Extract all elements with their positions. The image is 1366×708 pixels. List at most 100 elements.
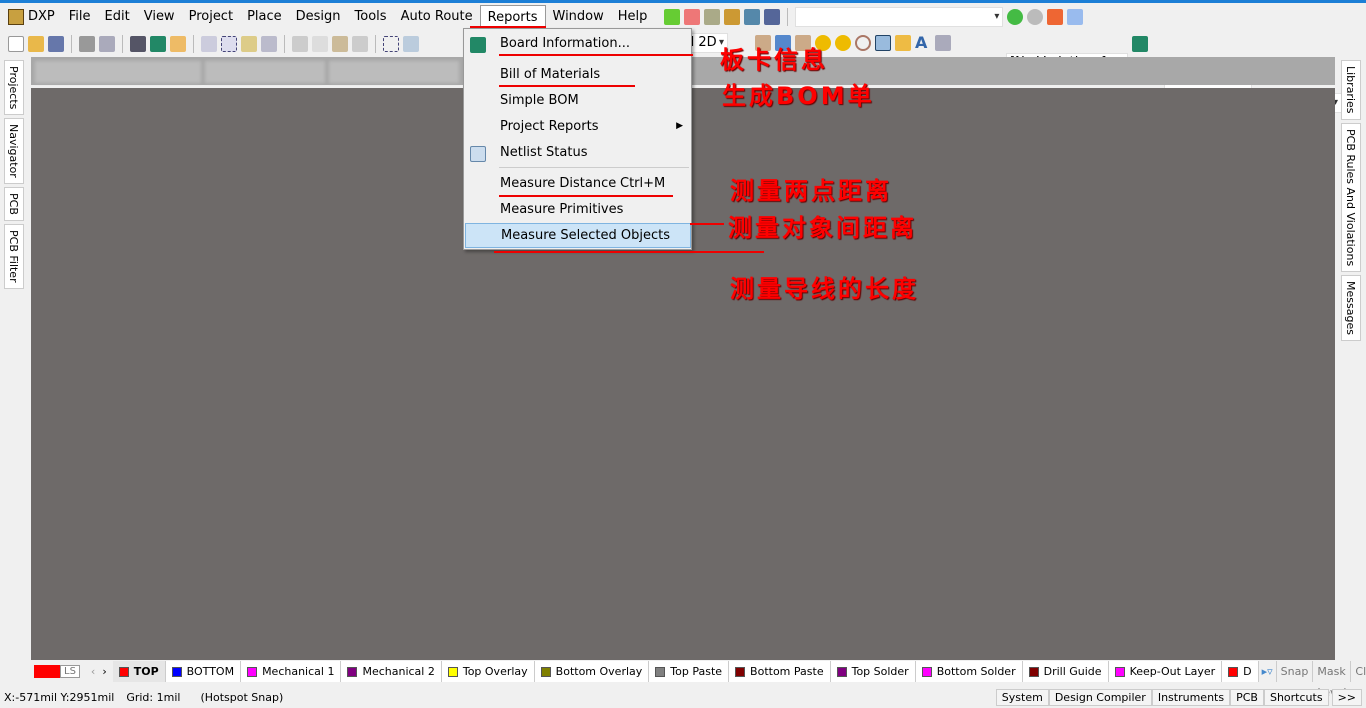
3d-icon[interactable] <box>130 36 146 52</box>
panel-tab-pcb-filter[interactable]: PCB Filter <box>4 224 24 289</box>
panel-tab-pcb[interactable]: PCB <box>4 187 24 222</box>
select-area-icon[interactable] <box>383 36 399 52</box>
filter-icon[interactable] <box>261 36 277 52</box>
menu-item-bill-of-materials[interactable]: Bill of Materials <box>465 62 691 87</box>
layer-tab[interactable]: TOP <box>112 661 166 682</box>
menu-file[interactable]: File <box>62 5 98 29</box>
menu-help[interactable]: Help <box>611 5 655 29</box>
menu-item-measure-distance[interactable]: Measure Distance Ctrl+M <box>465 171 691 196</box>
print-preview-icon[interactable] <box>99 36 115 52</box>
polygon-icon[interactable] <box>895 35 911 51</box>
layer-color-swatch <box>540 666 551 677</box>
status-bar: X:-571mil Y:2951mil Grid: 1mil (Hotspot … <box>0 686 1366 708</box>
menu-design[interactable]: Design <box>289 5 348 29</box>
copy-icon[interactable] <box>312 36 328 52</box>
mask-level-button[interactable]: Mask Level <box>1312 661 1350 699</box>
menu-project[interactable]: Project <box>182 5 240 29</box>
string-icon[interactable]: A <box>915 35 931 51</box>
menu-window[interactable]: Window <box>546 5 611 29</box>
layer-filter-icon[interactable]: ▸▿ <box>1262 665 1273 678</box>
layer-tab[interactable]: Mechanical 2 <box>341 661 442 682</box>
layer-tab[interactable]: Mechanical 1 <box>241 661 342 682</box>
dimension-icon[interactable] <box>724 8 741 25</box>
layer-tab[interactable]: Bottom Paste <box>729 661 831 682</box>
layer-color-swatch <box>655 666 666 677</box>
panel-tab-navigator[interactable]: Navigator <box>4 118 24 185</box>
annotation-measure-distance: 测量两点距离 <box>730 177 892 205</box>
new-icon[interactable] <box>8 36 24 52</box>
layer-tab[interactable]: Top Overlay <box>441 661 535 682</box>
home-icon[interactable] <box>1047 8 1064 25</box>
panel-tab-messages[interactable]: Messages <box>1341 274 1361 341</box>
scroll-right-icon[interactable]: › <box>102 665 106 678</box>
current-layer-indicator[interactable]: LS <box>34 665 80 678</box>
window-top-border <box>0 0 1366 3</box>
status-design-compiler-button[interactable]: Design Compiler <box>1048 688 1152 706</box>
fill-icon[interactable] <box>875 35 891 51</box>
arc-icon[interactable] <box>855 35 871 51</box>
panel-tab-rules[interactable]: PCB Rules And Violations <box>1341 122 1361 272</box>
zoom-selected-icon[interactable] <box>241 36 257 52</box>
print-icon[interactable] <box>79 36 95 52</box>
status-shortcuts-button[interactable]: Shortcuts <box>1263 688 1329 706</box>
annotation-line <box>690 223 724 225</box>
menu-reports[interactable]: Reports <box>479 4 546 29</box>
menu-item-label: Project Reports <box>500 119 599 134</box>
pcb-icon[interactable] <box>150 36 166 52</box>
interactive-routing-icon[interactable] <box>664 8 681 25</box>
layer-tab[interactable]: Bottom Overlay <box>534 661 650 682</box>
menu-item-simple-bom[interactable]: Simple BOM <box>465 88 691 113</box>
document-tab[interactable] <box>329 61 459 83</box>
component-icon[interactable] <box>935 35 951 51</box>
grid-icon[interactable] <box>764 8 781 25</box>
layer-tab[interactable]: Keep-Out Layer <box>1108 661 1223 682</box>
back-icon[interactable] <box>1007 8 1024 25</box>
layer-tab[interactable]: Top Paste <box>649 661 730 682</box>
menu-item-measure-primitives[interactable]: Measure Primitives <box>465 197 691 222</box>
layer-tab[interactable]: Bottom Solder <box>915 661 1023 682</box>
open-icon[interactable] <box>28 36 44 52</box>
menu-item-netlist-status[interactable]: Netlist Status <box>465 140 691 165</box>
zoom-area-icon[interactable] <box>221 36 237 52</box>
sheet-icon[interactable] <box>170 36 186 52</box>
move-icon[interactable] <box>403 36 419 52</box>
forward-icon[interactable] <box>1027 8 1044 25</box>
cut-icon[interactable] <box>292 36 308 52</box>
status-system-button[interactable]: System <box>995 688 1049 706</box>
status-more-button[interactable]: >> <box>1331 688 1362 706</box>
menu-auto-route[interactable]: Auto Route <box>394 5 480 29</box>
path-combo[interactable] <box>795 6 1004 27</box>
status-pcb-button[interactable]: PCB <box>1230 688 1264 706</box>
paste-icon[interactable] <box>332 36 348 52</box>
layer-tab[interactable]: Top Solder <box>830 661 916 682</box>
find-components-icon[interactable] <box>704 8 721 25</box>
document-tab[interactable] <box>35 61 201 83</box>
status-instruments-button[interactable]: Instruments <box>1151 688 1231 706</box>
refresh-doc-icon[interactable] <box>1067 8 1084 25</box>
menu-tools[interactable]: Tools <box>348 5 394 29</box>
menu-place[interactable]: Place <box>240 5 289 29</box>
clear-button[interactable]: Clear <box>1350 661 1366 682</box>
menu-edit[interactable]: Edit <box>98 5 137 29</box>
layer-name: Bottom Paste <box>750 665 824 678</box>
snap-button[interactable]: Snap <box>1275 661 1313 682</box>
zoom-fit-icon[interactable] <box>201 36 217 52</box>
layer-tab[interactable]: D <box>1222 661 1259 682</box>
room-icon[interactable] <box>744 8 761 25</box>
save-icon[interactable] <box>48 36 64 52</box>
board-icon[interactable] <box>1132 36 1148 52</box>
menu-item-project-reports[interactable]: Project Reports ▶ <box>465 114 691 139</box>
menu-view[interactable]: View <box>137 5 182 29</box>
scroll-left-icon[interactable]: ‹ <box>91 665 95 678</box>
layer-tab[interactable]: BOTTOM <box>165 661 242 682</box>
menu-item-board-information[interactable]: Board Information... <box>465 31 691 56</box>
rubber-stamp-icon[interactable] <box>352 36 368 52</box>
menu-dxp[interactable]: DXP <box>28 5 62 29</box>
align-icon[interactable] <box>684 8 701 25</box>
layer-tab[interactable]: Drill Guide <box>1022 661 1109 682</box>
menu-item-measure-selected-objects[interactable]: Measure Selected Objects <box>465 223 691 248</box>
panel-tab-projects[interactable]: Projects <box>4 60 24 116</box>
via-icon[interactable] <box>835 35 851 51</box>
document-tab[interactable] <box>205 61 325 83</box>
panel-tab-libraries[interactable]: Libraries <box>1341 60 1361 120</box>
